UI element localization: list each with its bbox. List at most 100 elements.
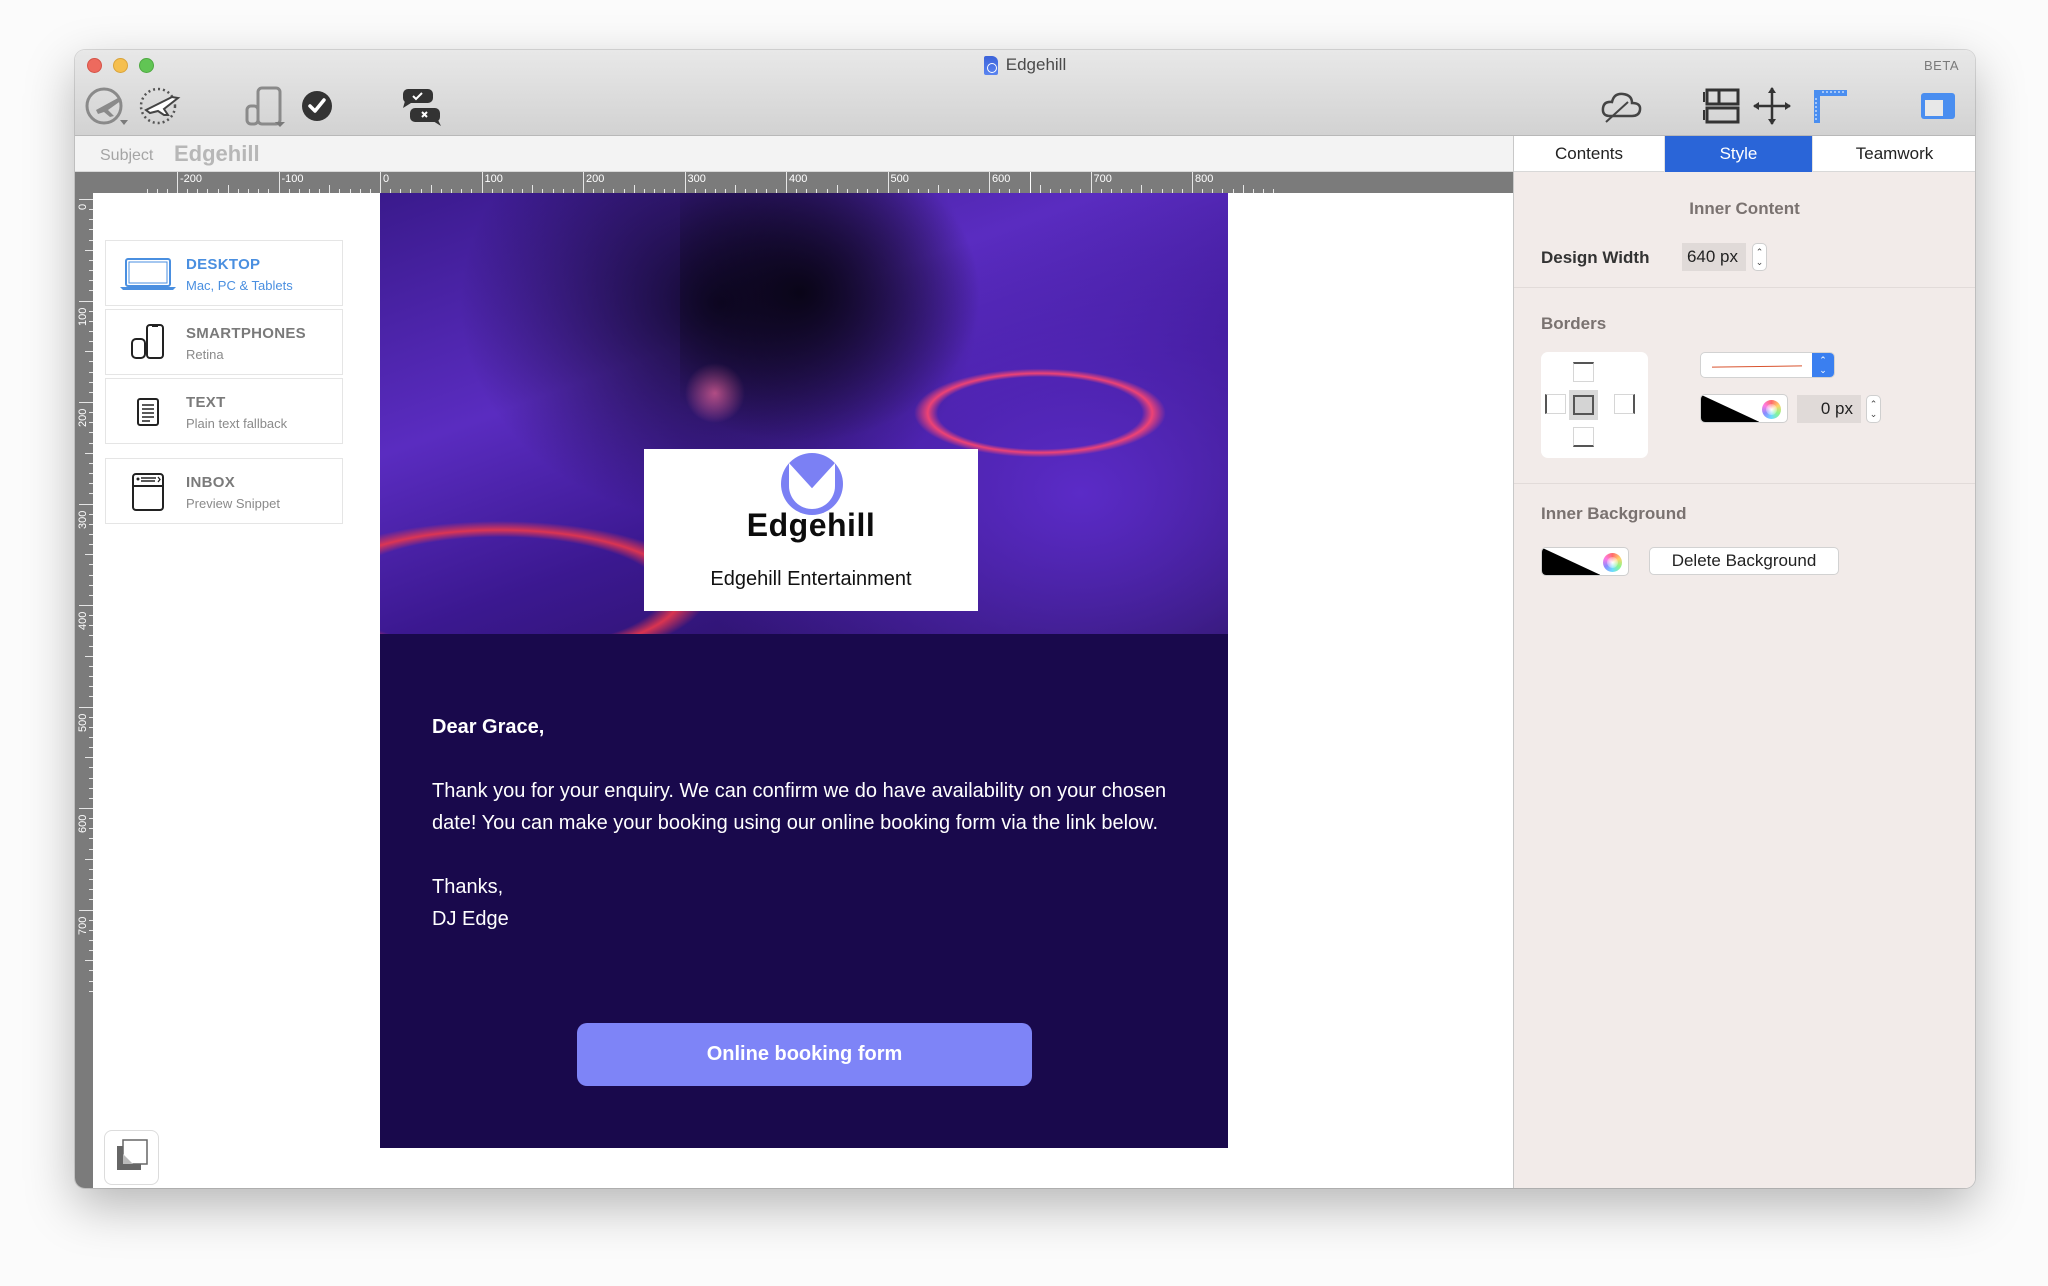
borders-title: Borders — [1541, 314, 1607, 333]
device-preview-list: DESKTOP Mac, PC & Tablets SMARTPHONES Re… — [105, 240, 343, 527]
ruler-label: 700 — [1093, 173, 1112, 185]
vertical-ruler[interactable]: 0 100 200 300 400 500 600 700 — [75, 193, 93, 1188]
ruler-minor-tick — [430, 185, 432, 193]
ruler-label: 300 — [77, 510, 89, 529]
ruler-major-tick — [79, 706, 93, 708]
sidebar-toggle-icon[interactable] — [1918, 84, 1958, 128]
ruler-major-tick — [887, 172, 889, 193]
border-left-toggle[interactable] — [1545, 394, 1566, 414]
ruler-label: -200 — [180, 173, 203, 185]
device-item-inbox[interactable]: INBOX Preview Snippet — [105, 458, 343, 524]
border-width-stepper[interactable]: ⌃ ⌄ — [1866, 395, 1881, 423]
ruler-guides-icon[interactable] — [1810, 84, 1850, 128]
move-icon[interactable] — [1752, 84, 1792, 128]
ruler-major-tick — [380, 172, 381, 193]
online-booking-button[interactable]: Online booking form — [577, 1023, 1032, 1086]
ruler-minor-tick — [735, 185, 737, 193]
inbox-preview-icon — [118, 471, 178, 513]
checkmark-icon[interactable] — [300, 84, 334, 128]
ruler-minor-tick — [85, 452, 93, 454]
tab-style[interactable]: Style — [1665, 136, 1813, 172]
layout-blocks-icon[interactable] — [1702, 84, 1742, 128]
ruler-minor-tick — [85, 351, 93, 353]
layers-toggle-button[interactable] — [104, 1130, 159, 1185]
ruler-minor-tick — [85, 655, 93, 657]
device-name: INBOX — [186, 474, 236, 491]
ruler-label: 100 — [77, 307, 89, 326]
device-item-smartphones[interactable]: SMARTPHONES Retina — [105, 309, 343, 375]
section-divider — [1514, 483, 1975, 484]
subject-label: Subject — [100, 147, 154, 164]
color-wheel-icon[interactable] — [1603, 553, 1622, 572]
background-color-swatch — [1542, 548, 1600, 575]
device-item-text[interactable]: TEXT Plain text fallback — [105, 378, 343, 444]
email-signoff: Thanks, — [432, 876, 504, 898]
laptop-icon — [118, 253, 178, 295]
subject-bar: Subject — [75, 136, 1513, 172]
window-title-text: Edgehill — [1005, 55, 1067, 74]
ruler-major-tick — [989, 172, 990, 193]
device-preview-icon[interactable] — [240, 84, 288, 128]
cloud-sync-icon[interactable] — [1600, 84, 1644, 128]
send-test-icon[interactable] — [83, 84, 133, 128]
ruler-label: 200 — [77, 408, 89, 427]
device-name: DESKTOP — [186, 256, 261, 273]
ruler-minor-tick — [85, 249, 93, 251]
design-width-stepper[interactable]: ⌃ ⌄ — [1752, 243, 1767, 271]
schedule-send-icon[interactable] — [135, 84, 185, 128]
inner-background-color-well[interactable] — [1541, 547, 1629, 576]
border-bottom-toggle[interactable] — [1573, 427, 1594, 447]
email-body[interactable]: Dear Grace, Thank you for your enquiry. … — [432, 711, 1192, 935]
email-signature: DJ Edge — [432, 908, 509, 930]
ruler-minor-tick — [85, 960, 93, 962]
subject-input[interactable] — [174, 140, 574, 168]
ruler-label: 300 — [687, 173, 706, 185]
border-right-toggle[interactable] — [1614, 394, 1635, 414]
ruler-label: 0 — [383, 173, 390, 185]
ruler-major-tick — [278, 172, 280, 193]
ruler-label: 700 — [77, 916, 89, 935]
ruler-label: 400 — [789, 173, 808, 185]
ruler-label: 400 — [77, 611, 89, 630]
tab-contents[interactable]: Contents — [1514, 136, 1665, 172]
tab-teamwork[interactable]: Teamwork — [1813, 136, 1975, 172]
device-sub: Plain text fallback — [186, 416, 288, 431]
ruler-minor-tick — [1242, 185, 1244, 193]
device-item-desktop[interactable]: DESKTOP Mac, PC & Tablets — [105, 240, 343, 306]
ruler-label: 500 — [77, 713, 89, 732]
ruler-minor-tick — [633, 185, 635, 193]
hero-image[interactable]: Edgehill Edgehill Entertainment — [380, 193, 1228, 634]
ruler-major-tick — [79, 300, 93, 302]
border-width-field[interactable]: 0 px — [1797, 395, 1861, 423]
section-divider — [1514, 287, 1975, 288]
border-style-select[interactable]: ⌃ ⌄ — [1700, 352, 1835, 378]
text-document-icon — [118, 391, 178, 433]
ruler-label: 600 — [77, 814, 89, 833]
ruler-major-tick — [786, 172, 787, 193]
email-greeting: Dear Grace, — [432, 716, 545, 738]
border-all-toggle[interactable] — [1569, 390, 1598, 420]
border-top-toggle[interactable] — [1573, 362, 1594, 382]
ruler-major-tick — [583, 172, 584, 193]
border-color-well[interactable] — [1700, 394, 1788, 423]
logo-tagline: Edgehill Entertainment — [710, 568, 912, 590]
device-name: SMARTPHONES — [186, 325, 306, 342]
ruler-minor-tick — [938, 185, 940, 193]
approve-reject-comments-icon[interactable] — [400, 84, 444, 128]
ruler-major-tick — [79, 605, 93, 606]
design-width-label: Design Width — [1541, 248, 1650, 267]
chevron-updown-icon: ⌃ ⌄ — [1812, 353, 1834, 377]
logo-wordmark: Edgehill — [746, 507, 876, 543]
layers-icon — [115, 1138, 149, 1177]
ruler-minor-tick — [836, 185, 838, 193]
color-wheel-icon[interactable] — [1762, 400, 1781, 419]
document-icon — [983, 55, 998, 75]
smartphone-icon — [118, 322, 178, 364]
device-name: TEXT — [186, 394, 226, 411]
ruler-major-tick — [481, 172, 483, 193]
ruler-minor-tick — [329, 185, 331, 193]
logo-card[interactable]: Edgehill Edgehill Entertainment — [644, 449, 978, 611]
horizontal-ruler[interactable]: -200 -100 0 100 200 300 400 500 600 700 800 — [75, 172, 1513, 193]
delete-background-button[interactable]: Delete Background — [1649, 547, 1839, 575]
design-width-field[interactable]: 640 px — [1682, 243, 1746, 271]
